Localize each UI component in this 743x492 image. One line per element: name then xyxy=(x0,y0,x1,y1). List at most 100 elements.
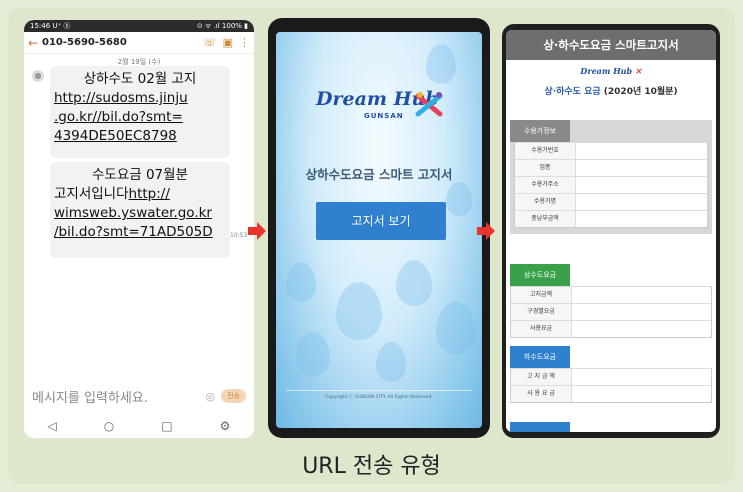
table-row: 총납부금액 xyxy=(515,210,707,227)
bill-period: 상·하수도 요금 (2020년 10월분) xyxy=(506,84,716,97)
sender-number: 010-5690-5680 xyxy=(42,37,127,48)
status-right: ⊙ ᯤ .ıl 100% ▮ xyxy=(196,21,248,30)
row-label: 사용요금 xyxy=(511,321,571,337)
logo-subtext: GUNSAN xyxy=(364,112,404,120)
table-row: 수용가명 xyxy=(515,193,707,210)
water-drop xyxy=(436,302,476,354)
copyright-text: Copyright ⓒ GUNSAN CITY. All Rights Rese… xyxy=(325,395,433,400)
section-title-cropped xyxy=(510,422,570,432)
menu-square-icon[interactable]: ▣ xyxy=(223,36,233,49)
splash-phone: Dream Hub GUNSAN 상하수도요금 스마트 고지서 고지서 보기 C… xyxy=(268,18,490,438)
compose-bar: 메시지를 입력하세요. ◎ 전송 xyxy=(24,382,254,410)
message-link[interactable]: 4394DE50EC8798 xyxy=(54,127,226,146)
customer-info-section: 수용가정보 수용가번호 업종 수용가주소 수용가명 총납부금액 xyxy=(510,120,712,234)
message-link[interactable]: wimsweb.yswater.go.kr xyxy=(54,204,226,223)
splash-screen: Dream Hub GUNSAN 상하수도요금 스마트 고지서 고지서 보기 C… xyxy=(276,32,482,428)
right-arrow-icon xyxy=(248,222,266,240)
section-body: 고 지 금 액 사 용 요 금 xyxy=(510,368,712,403)
message-time: 10:53 xyxy=(230,232,248,239)
row-label: 수용가명 xyxy=(515,194,575,210)
water-drop xyxy=(296,332,330,376)
sewage-fee-section: 하수도요금 고 지 금 액 사 용 요 금 xyxy=(510,346,712,403)
message-text: 고지서입니다 xyxy=(54,186,129,202)
row-value xyxy=(575,194,707,210)
table-row: 사용요금 xyxy=(511,320,711,337)
water-drop xyxy=(426,44,456,84)
bill-screen: 상·하수도요금 스마트고지서 Dream Hub ✕ 상·하수도 요금 (202… xyxy=(506,30,716,432)
right-arrow-icon xyxy=(477,222,495,240)
section-body: 수용가번호 업종 수용가주소 수용가명 총납부금액 xyxy=(514,142,708,228)
water-fee-section: 상수도요금 고지금액 구경별요금 사용요금 xyxy=(510,264,712,338)
call-icon[interactable]: ☏ xyxy=(203,36,217,49)
row-label: 구경별요금 xyxy=(511,304,571,320)
message-bubble: 수도요금 07월분 고지서입니다http:// wimsweb.yswater.… xyxy=(50,162,230,258)
table-row: 업종 xyxy=(515,159,707,176)
status-bar: 15:46 U⁺ ⓑ ⊙ ᯤ .ıl 100% ▮ xyxy=(24,20,254,32)
next-section xyxy=(510,422,712,432)
period-label: 상·하수도 요금 xyxy=(544,87,601,97)
figure-caption: URL 전송 유형 xyxy=(302,454,441,479)
row-label: 사 용 요 금 xyxy=(511,386,571,402)
water-drop xyxy=(286,262,316,302)
water-drop xyxy=(396,260,432,306)
home-nav-icon[interactable]: ○ xyxy=(104,419,114,433)
view-bill-button[interactable]: 고지서 보기 xyxy=(316,202,446,240)
row-value xyxy=(575,177,707,193)
water-drop xyxy=(446,182,472,216)
row-label: 수용가번호 xyxy=(515,143,575,159)
row-label: 총납부금액 xyxy=(515,211,575,227)
row-value xyxy=(571,304,711,320)
sms-phone: 15:46 U⁺ ⓑ ⊙ ᯤ .ıl 100% ▮ ← 010-5690-568… xyxy=(24,20,254,438)
message-link[interactable]: http:// xyxy=(129,186,170,202)
row-label: 업종 xyxy=(515,160,575,176)
row-label: 고 지 금 액 xyxy=(511,369,571,385)
section-title: 하수도요금 xyxy=(510,346,570,368)
status-left: 15:46 U⁺ ⓑ xyxy=(30,22,71,30)
logo-x-icon: ✕ xyxy=(632,66,642,76)
bill-phone: 상·하수도요금 스마트고지서 Dream Hub ✕ 상·하수도 요금 (202… xyxy=(502,24,720,438)
nav-bar: ◁ ○ □ ⚙ xyxy=(24,414,254,438)
message-bubble: 상하수도 02월 고지 http://sudosms.jinju .go.kr/… xyxy=(50,66,230,158)
message-link[interactable]: .go.kr//bil.do?smt= xyxy=(54,108,226,127)
bill-logo: Dream Hub ✕ xyxy=(506,66,716,76)
send-button[interactable]: 전송 xyxy=(221,389,246,403)
avatar: ● xyxy=(32,70,44,82)
message-input[interactable]: 메시지를 입력하세요. xyxy=(32,387,206,406)
table-row: 고 지 금 액 xyxy=(511,368,711,385)
recents-nav-icon[interactable]: □ xyxy=(161,419,172,433)
row-value xyxy=(575,211,707,227)
row-value xyxy=(571,386,711,402)
message-title: 수도요금 07월분 xyxy=(92,167,188,183)
back-nav-icon[interactable]: ◁ xyxy=(48,419,57,433)
message-line: 고지서입니다http:// xyxy=(54,185,226,204)
row-value xyxy=(571,369,711,385)
app-title: 상하수도요금 스마트 고지서 xyxy=(305,167,453,182)
row-label: 고지금액 xyxy=(511,287,571,303)
table-row: 구경별요금 xyxy=(511,303,711,320)
water-drop xyxy=(376,342,406,382)
dreamhub-logo: Dream Hub GUNSAN xyxy=(316,88,446,128)
water-drop xyxy=(336,282,382,340)
row-value xyxy=(571,321,711,337)
bill-logo-text: Dream Hub xyxy=(580,66,633,76)
section-title: 상수도요금 xyxy=(510,264,570,286)
logo-x-icon xyxy=(415,92,443,117)
sms-header: ← 010-5690-5680 ☏ ▣ ⋮ xyxy=(24,32,254,54)
bill-header: 상·하수도요금 스마트고지서 xyxy=(506,30,716,60)
row-value xyxy=(575,160,707,176)
message-link[interactable]: /bil.do?smt=71AD505D xyxy=(54,223,226,242)
more-options-icon[interactable]: ⋮ xyxy=(239,36,250,49)
message-title: 상하수도 02월 고지 xyxy=(83,71,197,87)
section-title: 수용가정보 xyxy=(510,120,570,142)
settings-nav-icon[interactable]: ⚙ xyxy=(220,419,231,433)
row-value xyxy=(575,143,707,159)
emoji-icon[interactable]: ◎ xyxy=(206,390,216,403)
back-arrow-icon[interactable]: ← xyxy=(28,36,42,50)
divider xyxy=(286,390,472,391)
table-row: 수용가주소 xyxy=(515,176,707,193)
period-value: (2020년 10월분) xyxy=(603,87,678,97)
table-row: 고지금액 xyxy=(511,286,711,303)
row-value xyxy=(571,287,711,303)
message-link[interactable]: http://sudosms.jinju xyxy=(54,89,226,108)
section-body: 고지금액 구경별요금 사용요금 xyxy=(510,286,712,338)
